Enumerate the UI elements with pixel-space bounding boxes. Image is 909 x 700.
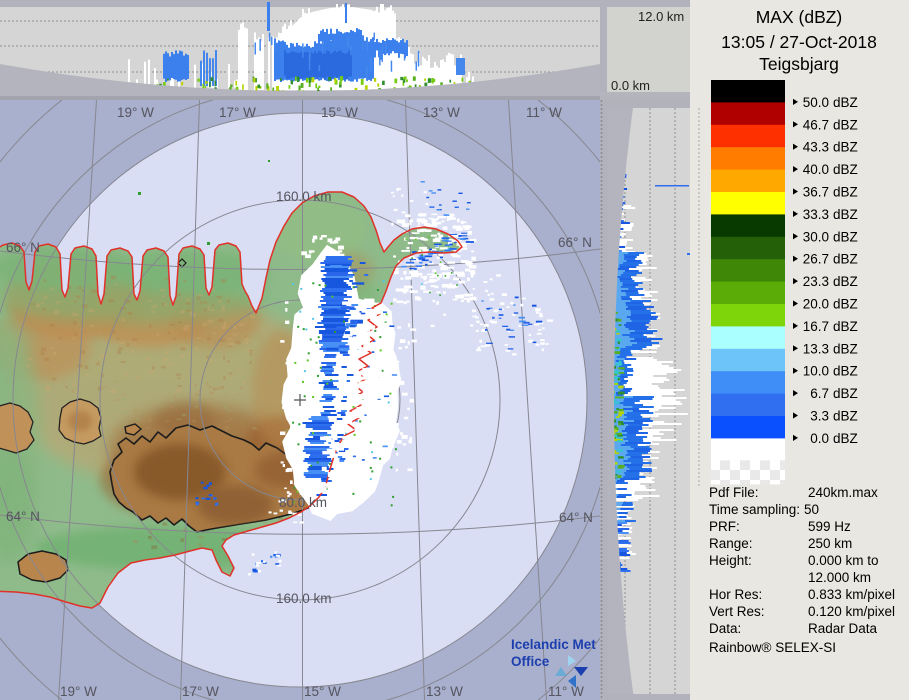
svg-text:dBZ: dBZ xyxy=(833,364,858,379)
svg-text:19° W: 19° W xyxy=(117,105,154,120)
svg-text:240km.max: 240km.max xyxy=(808,485,878,500)
svg-text:50: 50 xyxy=(804,502,819,517)
svg-text:13:05 / 27-Oct-2018: 13:05 / 27-Oct-2018 xyxy=(721,32,877,52)
svg-text:Office: Office xyxy=(511,654,550,669)
svg-text:PRF:: PRF: xyxy=(709,519,740,534)
svg-text:26.7: 26.7 xyxy=(803,252,829,267)
svg-text:dBZ: dBZ xyxy=(833,431,858,446)
svg-text:dBZ: dBZ xyxy=(833,229,858,244)
svg-text:40.0: 40.0 xyxy=(803,162,829,177)
svg-text:0.833 km/pixel: 0.833 km/pixel xyxy=(808,587,895,602)
svg-text:dBZ: dBZ xyxy=(833,409,858,424)
svg-text:MAX (dBZ): MAX (dBZ) xyxy=(756,7,843,27)
svg-text:dBZ: dBZ xyxy=(833,297,858,312)
svg-text:13.3: 13.3 xyxy=(803,341,829,356)
svg-text:dBZ: dBZ xyxy=(833,95,858,110)
svg-text:11° W: 11° W xyxy=(526,105,562,120)
svg-text:20.0: 20.0 xyxy=(803,297,829,312)
svg-text:dBZ: dBZ xyxy=(833,185,858,200)
svg-text:0.120 km/pixel: 0.120 km/pixel xyxy=(808,604,895,619)
svg-text:10.0: 10.0 xyxy=(803,364,829,379)
svg-text:dBZ: dBZ xyxy=(833,341,858,356)
svg-text:17° W: 17° W xyxy=(219,105,256,120)
svg-text:599 Hz: 599 Hz xyxy=(808,519,851,534)
svg-text:12.0 km: 12.0 km xyxy=(638,9,684,24)
svg-text:80.0 km: 80.0 km xyxy=(279,495,327,510)
svg-text:50.0: 50.0 xyxy=(803,95,829,110)
svg-text:66° N: 66° N xyxy=(558,235,592,250)
svg-text:dBZ: dBZ xyxy=(833,274,858,289)
svg-text:Teigsbjarg: Teigsbjarg xyxy=(759,54,839,74)
svg-text:dBZ: dBZ xyxy=(833,140,858,155)
svg-text:dBZ: dBZ xyxy=(833,319,858,334)
svg-text:11° W: 11° W xyxy=(548,684,584,699)
svg-text:160.0 km: 160.0 km xyxy=(276,591,332,606)
svg-text:dBZ: dBZ xyxy=(833,162,858,177)
svg-text:19° W: 19° W xyxy=(60,684,97,699)
svg-text:30.0: 30.0 xyxy=(803,229,829,244)
svg-text:13° W: 13° W xyxy=(423,105,460,120)
svg-text:43.3: 43.3 xyxy=(803,140,829,155)
svg-text:46.7: 46.7 xyxy=(803,117,829,132)
svg-text:15° W: 15° W xyxy=(321,105,358,120)
svg-text:dBZ: dBZ xyxy=(833,207,858,222)
svg-text:66° N: 66° N xyxy=(6,240,40,255)
svg-text:64° N: 64° N xyxy=(6,509,40,524)
svg-text:Radar Data: Radar Data xyxy=(808,621,878,636)
svg-text:dBZ: dBZ xyxy=(833,117,858,132)
svg-text:0.000 km to: 0.000 km to xyxy=(808,553,879,568)
svg-text:160.0 km: 160.0 km xyxy=(276,189,332,204)
svg-text:64° N: 64° N xyxy=(559,510,593,525)
svg-text:36.7: 36.7 xyxy=(803,185,829,200)
svg-text:Time sampling:: Time sampling: xyxy=(709,502,800,517)
svg-text:6.7: 6.7 xyxy=(810,386,829,401)
svg-text:250 km: 250 km xyxy=(808,536,852,551)
svg-text:16.7: 16.7 xyxy=(803,319,829,334)
svg-text:Icelandic Met: Icelandic Met xyxy=(511,637,596,652)
svg-text:33.3: 33.3 xyxy=(803,207,829,222)
svg-text:Range:: Range: xyxy=(709,536,753,551)
svg-text:0.0: 0.0 xyxy=(810,431,829,446)
svg-text:dBZ: dBZ xyxy=(833,386,858,401)
svg-text:0.0 km: 0.0 km xyxy=(611,78,650,93)
svg-text:Hor Res:: Hor Res: xyxy=(709,587,762,602)
svg-text:13° W: 13° W xyxy=(426,684,463,699)
svg-text:23.3: 23.3 xyxy=(803,274,829,289)
svg-text:3.3: 3.3 xyxy=(810,409,829,424)
svg-text:Height:: Height: xyxy=(709,553,752,568)
svg-text:Rainbow® SELEX-SI: Rainbow® SELEX-SI xyxy=(709,640,836,655)
svg-text:15° W: 15° W xyxy=(304,684,341,699)
svg-text:Vert Res:: Vert Res: xyxy=(709,604,765,619)
svg-text:Pdf File:: Pdf File: xyxy=(709,485,759,500)
svg-text:17° W: 17° W xyxy=(182,684,219,699)
svg-text:dBZ: dBZ xyxy=(833,252,858,267)
svg-text:Data:: Data: xyxy=(709,621,741,636)
svg-text:12.000 km: 12.000 km xyxy=(808,570,871,585)
